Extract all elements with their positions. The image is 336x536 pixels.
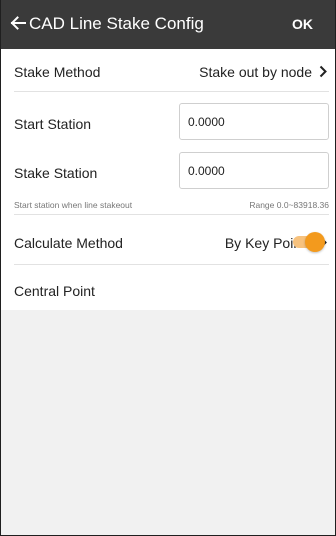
start-station-label: Start Station <box>14 116 92 132</box>
page-title: CAD Line Stake Config <box>29 14 204 33</box>
stake-method-label: Stake Method <box>14 64 101 80</box>
divider <box>14 264 329 265</box>
app-screen: CAD Line Stake Config OK Stake Method St… <box>0 0 336 536</box>
calculate-method-label: Calculate Method <box>14 235 123 251</box>
chevron-right-icon <box>319 65 327 78</box>
stake-station-input[interactable] <box>179 152 329 189</box>
start-station-input[interactable] <box>179 103 329 140</box>
divider <box>14 91 329 92</box>
divider <box>14 214 329 215</box>
title-bar: CAD Line Stake Config OK <box>1 0 335 49</box>
range-hint: Range 0.0~83918.36 <box>249 200 329 210</box>
empty-area <box>1 310 335 535</box>
back-arrow-icon[interactable] <box>8 13 28 33</box>
central-point-label: Central Point <box>14 283 95 299</box>
config-panel: Stake Method Stake out by node Start Sta… <box>1 49 335 310</box>
ok-button[interactable]: OK <box>292 15 313 33</box>
central-point-toggle[interactable] <box>293 231 325 253</box>
stake-method-value: Stake out by node <box>199 64 312 80</box>
start-station-hint: Start station when line stakeout <box>14 200 133 210</box>
stake-station-label: Stake Station <box>14 165 98 181</box>
toggle-knob <box>305 232 325 252</box>
